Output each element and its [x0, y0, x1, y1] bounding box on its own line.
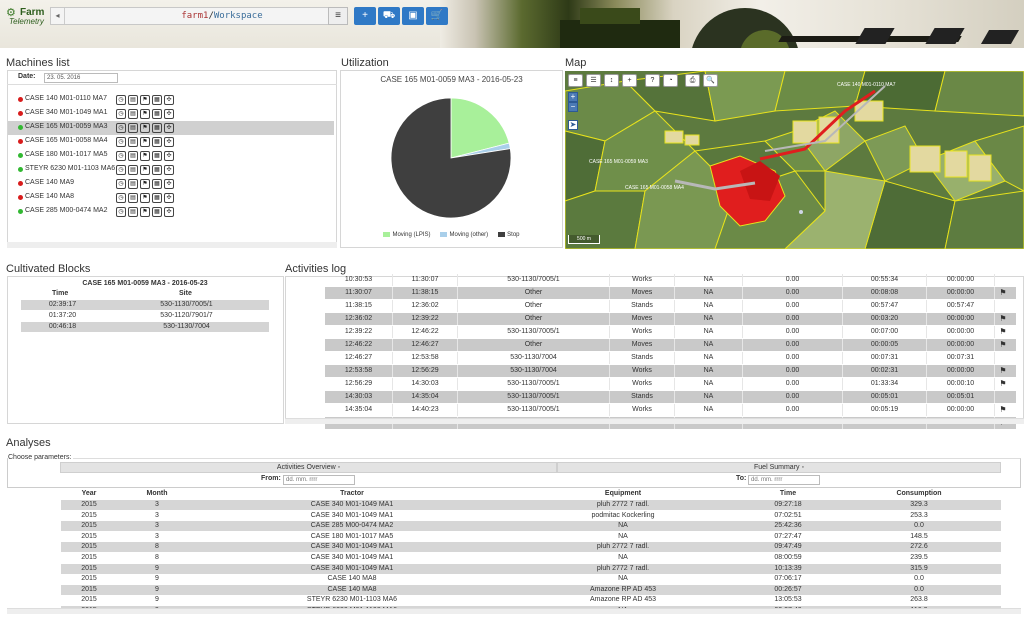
cell-tractor: CASE 340 M01-1049 MA1 — [310, 511, 394, 519]
cell-tractor: CASE 340 M01-1049 MA1 — [310, 554, 394, 561]
analyses-table-body: 2015 3 CASE 340 M01-1049 MA1 pluh 2772 7 ra… — [0, 0, 1024, 608]
cell-time: 09:47:49 — [774, 543, 802, 551]
cell-year: 2015 — [81, 501, 97, 508]
cell-equipment: NA — [618, 522, 628, 530]
cell-tractor: CASE 340 M01-1049 MA1 — [310, 564, 394, 572]
cell-consumption: 263.8 — [910, 596, 928, 604]
cell-equipment: NA — [618, 575, 628, 583]
cell-month: 8 — [155, 543, 159, 551]
cell-equipment: Amazone RP AD 453 — [589, 596, 657, 604]
cell-time: 07:02:51 — [774, 511, 802, 519]
cell-consumption: 315.9 — [910, 564, 928, 572]
cell-equipment: NA — [618, 554, 628, 561]
cell-tractor: CASE 140 MA8 — [327, 575, 377, 583]
table-row: 2015 9 CASE 340 M01-1049 MA1 pluh 2772 7 ra… — [61, 563, 1001, 574]
table-row: 2015 3 CASE 340 M01-1049 MA1 podmitac Kocke… — [61, 511, 1001, 521]
cell-consumption: 272.6 — [910, 543, 928, 551]
table-row: 2015 9 CASE 140 MA8 NA 07:06:17 0.0 — [61, 574, 1001, 584]
table-row: 2015 3 CASE 285 M00-0474 MA2 NA 25:42:36 0.0 — [61, 521, 1001, 532]
cell-year: 2015 — [81, 543, 97, 551]
cell-consumption: 0.0 — [914, 585, 924, 593]
cell-equipment: podmitac Kockerling — [591, 511, 655, 519]
cell-equipment: Amazone RP AD 453 — [589, 585, 657, 593]
cell-time: 10:13:39 — [774, 564, 802, 572]
cell-year: 2015 — [81, 522, 97, 530]
cell-equipment: pluh 2772 7 radl. — [596, 564, 650, 572]
cell-tractor: STEYR 6230 M01-1103 MA6 — [306, 596, 398, 604]
cell-equipment: pluh 2772 7 radl. — [596, 543, 650, 551]
cell-time: 08:00:59 — [774, 554, 802, 561]
cell-tractor: CASE 180 M01-1017 MA5 — [310, 532, 394, 540]
cell-year: 2015 — [81, 585, 97, 593]
cell-month: 9 — [155, 575, 159, 583]
cell-month: 9 — [155, 585, 159, 593]
cell-time: 00:26:57 — [774, 585, 802, 593]
analyses-scrollbar[interactable] — [7, 608, 1021, 614]
cell-consumption: 148.5 — [910, 532, 928, 540]
cell-time: 07:06:17 — [774, 575, 802, 583]
cell-equipment: NA — [618, 532, 628, 540]
cell-consumption: 253.3 — [910, 511, 928, 519]
cell-consumption: 0.0 — [914, 575, 924, 583]
cell-year: 2015 — [81, 511, 97, 519]
cell-time: 13:05:53 — [774, 596, 802, 604]
cell-consumption: 0.0 — [914, 522, 924, 530]
table-row: 2015 3 CASE 180 M01-1017 MA5 NA 07:27:47 148.… — [61, 532, 1001, 542]
table-row: 2015 9 CASE 140 MA8 Amazone RP AD 453 00:26:… — [61, 584, 1001, 595]
cell-year: 2015 — [81, 564, 97, 572]
cell-tractor: CASE 340 M01-1049 MA1 — [310, 543, 394, 551]
cell-tractor: CASE 340 M01-1049 MA1 — [310, 501, 394, 508]
cell-month: 3 — [155, 522, 159, 530]
app-root: ⚙ Farm Telemetry ◂ farm1/Workspace ≡ + ⛟… — [0, 0, 1024, 623]
cell-month: 9 — [155, 564, 159, 572]
table-row: 2015 9 STEYR 6230 M01-1103 MA6 Amazone RP A… — [61, 595, 1001, 605]
cell-time: 25:42:36 — [774, 522, 802, 530]
cell-equipment: pluh 2772 7 radl. — [596, 501, 650, 508]
cell-month: 3 — [155, 501, 159, 508]
cell-consumption: 239.5 — [910, 554, 928, 561]
cell-month: 9 — [155, 596, 159, 604]
cell-month: 3 — [155, 511, 159, 519]
table-row: 2015 8 CASE 340 M01-1049 MA1 NA 08:00:59 239.… — [61, 553, 1001, 563]
cell-tractor: CASE 285 M00-0474 MA2 — [310, 522, 394, 530]
cell-month: 8 — [155, 554, 159, 561]
table-row: 2015 3 CASE 340 M01-1049 MA1 pluh 2772 7 ra… — [61, 500, 1001, 510]
cell-time: 07:27:47 — [774, 532, 802, 540]
cell-tractor: CASE 140 MA8 — [327, 585, 377, 593]
cell-year: 2015 — [81, 575, 97, 583]
cell-year: 2015 — [81, 554, 97, 561]
cell-time: 09:27:18 — [774, 501, 802, 508]
table-row: 2015 8 CASE 340 M01-1049 MA1 pluh 2772 7 ra… — [61, 542, 1001, 553]
cell-year: 2015 — [81, 532, 97, 540]
cell-consumption: 329.3 — [910, 501, 928, 508]
cell-month: 3 — [155, 532, 159, 540]
cell-year: 2015 — [81, 596, 97, 604]
